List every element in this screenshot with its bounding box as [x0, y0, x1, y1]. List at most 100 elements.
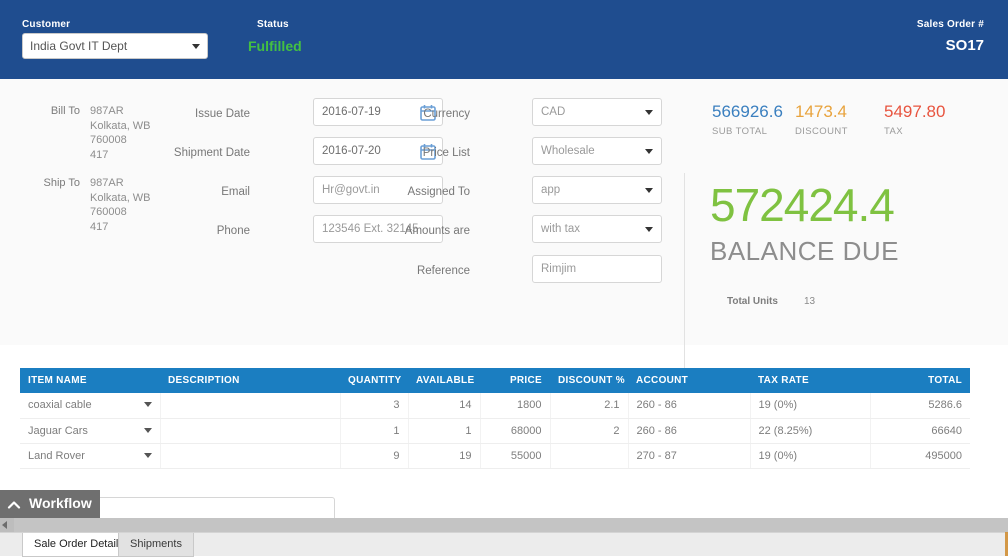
chevron-up-icon[interactable]: [7, 500, 21, 510]
cell-discount[interactable]: 2.1: [550, 393, 629, 419]
col-tax-rate[interactable]: TAX RATE: [750, 368, 870, 393]
sub-total-value: 566926.6: [712, 102, 783, 121]
issue-date-label: Issue Date: [195, 108, 250, 120]
reference-value: Rimjim: [541, 263, 577, 275]
amounts-are-value: with tax: [541, 223, 580, 235]
cell-available: 1: [408, 418, 481, 444]
cell-total: 66640: [870, 418, 970, 444]
tax-label: TAX: [884, 126, 903, 137]
shipment-date-label: Shipment Date: [173, 147, 250, 159]
email-value: Hr@govt.in: [322, 184, 380, 196]
cell-discount[interactable]: 2: [550, 418, 629, 444]
currency-select[interactable]: CAD: [532, 98, 662, 126]
chevron-down-icon: [645, 188, 653, 193]
customer-select-value: India Govt IT Dept: [30, 39, 128, 53]
col-item-name[interactable]: ITEM NAME: [20, 368, 160, 393]
tab-shipments[interactable]: Shipments: [118, 533, 194, 557]
cell-discount[interactable]: [550, 443, 629, 469]
price-list-value: Wholesale: [541, 145, 595, 157]
scroll-left-arrow-icon[interactable]: [2, 521, 7, 529]
cell-item-name[interactable]: Jaguar Cars: [20, 418, 161, 444]
cell-description[interactable]: [160, 418, 341, 444]
cell-tax-rate[interactable]: 19 (0%): [750, 443, 871, 469]
item-name-value: Land Rover: [28, 449, 85, 462]
col-available[interactable]: AVAILABLE: [408, 368, 480, 393]
discount-label: DISCOUNT: [795, 126, 848, 137]
scrollbar-track[interactable]: [14, 518, 1008, 532]
ship-to-label: Ship To: [43, 177, 81, 189]
cell-account[interactable]: 260 - 86: [628, 418, 751, 444]
table-header-row: ITEM NAME DESCRIPTION QUANTITY AVAILABLE…: [20, 368, 970, 393]
col-description[interactable]: DESCRIPTION: [160, 368, 340, 393]
sales-order-label: Sales Order #: [916, 19, 984, 30]
reference-label: Reference: [416, 265, 470, 277]
cell-tax-rate[interactable]: 22 (8.25%): [750, 418, 871, 444]
sub-total-label: SUB TOTAL: [712, 126, 768, 137]
chevron-down-icon: [645, 149, 653, 154]
currency-label: Currency: [423, 108, 470, 120]
status-label: Status: [257, 19, 289, 30]
col-account[interactable]: ACCOUNT: [628, 368, 750, 393]
amounts-are-label: Amounts are: [404, 225, 470, 237]
cell-total: 5286.6: [870, 393, 970, 419]
ship-to-address: 987AR Kolkata, WB 760008 417: [90, 177, 151, 233]
assigned-to-label: Assigned To: [407, 186, 470, 198]
chevron-down-icon: [143, 402, 152, 407]
tab-sale-order-detail[interactable]: Sale Order Detail: [22, 533, 131, 557]
shipment-date-value: 2016-07-20: [322, 145, 381, 157]
cell-description[interactable]: [160, 443, 341, 469]
price-list-select[interactable]: Wholesale: [532, 137, 662, 165]
discount-value: 1473.4: [795, 102, 847, 121]
chevron-down-icon: [143, 452, 152, 458]
cell-tax-rate[interactable]: 19 (0%): [750, 393, 871, 419]
balance-due-value: 572424.4: [710, 179, 895, 231]
customer-select[interactable]: India Govt IT Dept: [22, 33, 208, 59]
issue-date-value: 2016-07-19: [322, 106, 381, 118]
col-price[interactable]: PRICE: [480, 368, 550, 393]
phone-label: Phone: [216, 225, 250, 237]
chevron-down-icon: [192, 44, 200, 49]
cell-item-name[interactable]: coaxial cable: [20, 393, 161, 419]
cell-account[interactable]: 270 - 87: [628, 443, 751, 469]
cell-total: 495000: [870, 443, 970, 469]
sales-order-number: SO17: [945, 37, 984, 54]
assigned-to-value: app: [541, 184, 561, 196]
line-items-table: ITEM NAME DESCRIPTION QUANTITY AVAILABLE…: [20, 368, 970, 469]
horizontal-scrollbar[interactable]: [0, 518, 1008, 532]
cell-price[interactable]: 55000: [480, 443, 551, 469]
cell-account[interactable]: 260 - 86: [628, 393, 751, 419]
chevron-down-icon: [645, 227, 653, 232]
cell-price[interactable]: 1800: [480, 393, 551, 419]
customer-label: Customer: [22, 19, 71, 30]
reference-field[interactable]: Rimjim: [532, 255, 662, 283]
table-row[interactable]: Land Rover 9 19 55000 270 - 87 19 (0%) 4…: [20, 443, 970, 469]
cell-quantity[interactable]: 9: [340, 443, 409, 469]
col-total[interactable]: TOTAL: [870, 368, 970, 393]
cell-item-name[interactable]: Land Rover: [20, 443, 161, 469]
cell-price[interactable]: 68000: [480, 418, 551, 444]
amounts-are-select[interactable]: with tax: [532, 215, 662, 243]
item-name-value: coaxial cable: [28, 399, 92, 412]
item-name-value: Jaguar Cars: [28, 424, 88, 437]
cell-available: 19: [408, 443, 481, 469]
page-header: Customer India Govt IT Dept Status Fulfi…: [0, 0, 1008, 79]
workflow-label: Workflow: [29, 495, 92, 511]
balance-due-label: BALANCE DUE: [710, 236, 899, 266]
email-label: Email: [221, 186, 250, 198]
bottom-tabbar: Sale Order Detail Shipments: [0, 532, 1008, 557]
col-quantity[interactable]: QUANTITY: [340, 368, 408, 393]
col-discount[interactable]: DISCOUNT %: [550, 368, 628, 393]
table-row[interactable]: coaxial cable 3 14 1800 2.1 260 - 86 19 …: [20, 393, 970, 419]
section-divider: [684, 173, 685, 389]
cell-description[interactable]: [160, 393, 341, 419]
total-units-value: 13: [804, 296, 816, 307]
assigned-to-select[interactable]: app: [532, 176, 662, 204]
chevron-down-icon: [143, 427, 152, 433]
cell-quantity[interactable]: 1: [340, 418, 409, 444]
bill-to-label: Bill To: [50, 105, 80, 117]
status-badge: Fulfilled: [248, 38, 302, 54]
total-units-label: Total Units: [727, 296, 778, 307]
cell-available: 14: [408, 393, 481, 419]
table-row[interactable]: Jaguar Cars 1 1 68000 2 260 - 86 22 (8.2…: [20, 418, 970, 444]
cell-quantity[interactable]: 3: [340, 393, 409, 419]
